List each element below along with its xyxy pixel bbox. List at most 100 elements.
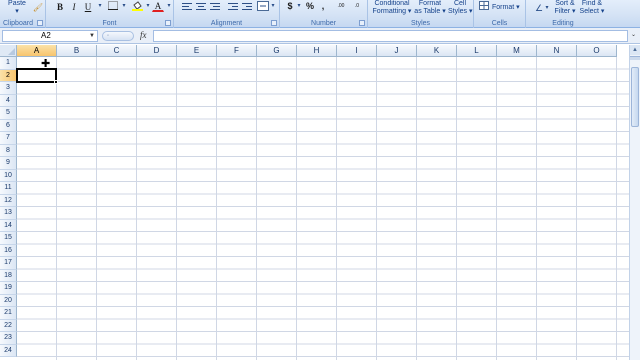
paste-label: Paste: [8, 0, 26, 7]
font-group: B I U ▾ ▾ ▾ A ▾ Font: [46, 0, 174, 28]
name-box[interactable]: A2 ▼: [2, 30, 98, 42]
row-header-2[interactable]: 2: [0, 69, 17, 82]
align-center-icon[interactable]: [196, 1, 208, 11]
italic-button[interactable]: I: [68, 1, 80, 12]
merge-dropdown-icon[interactable]: ▾: [270, 1, 276, 11]
font-color-button[interactable]: A: [152, 1, 164, 12]
sort-filter-button[interactable]: Sort & Filter ▾: [550, 0, 580, 16]
scroll-up-icon[interactable]: ▲: [630, 45, 640, 55]
column-header-l[interactable]: L: [457, 45, 497, 57]
column-header-a[interactable]: A: [17, 45, 57, 57]
row-header-1[interactable]: 1: [0, 57, 17, 70]
row-header-15[interactable]: 15: [0, 232, 17, 245]
clipboard-launcher-icon[interactable]: [37, 20, 43, 26]
conditional-formatting-button[interactable]: Conditional Formatting ▾: [370, 0, 414, 16]
format-painter-icon[interactable]: 🖌: [32, 3, 44, 13]
row-header-16[interactable]: 16: [0, 244, 17, 257]
column-header-b[interactable]: B: [57, 45, 97, 57]
number-group-label: Number: [311, 20, 336, 27]
column-header-f[interactable]: F: [217, 45, 257, 57]
active-cell-a2[interactable]: [16, 68, 57, 83]
row-header-8[interactable]: 8: [0, 144, 17, 157]
vertical-scrollbar[interactable]: ▲: [629, 45, 640, 360]
row-header-13[interactable]: 13: [0, 207, 17, 220]
clipboard-group: Paste ▾ 🖌 Clipboard: [0, 0, 46, 28]
row-header-7[interactable]: 7: [0, 132, 17, 145]
row-header-3[interactable]: 3: [0, 82, 17, 95]
row-header-11[interactable]: 11: [0, 182, 17, 195]
decrease-indent-icon[interactable]: [228, 1, 240, 11]
bold-button[interactable]: B: [54, 1, 66, 12]
align-right-icon[interactable]: [210, 1, 222, 11]
format-cells-icon[interactable]: [478, 1, 490, 11]
column-header-o[interactable]: O: [577, 45, 617, 57]
currency-dropdown-icon[interactable]: ▾: [296, 1, 302, 11]
cell-area[interactable]: [17, 57, 629, 360]
row-header-18[interactable]: 18: [0, 269, 17, 282]
format-as-table-button[interactable]: Format as Table ▾: [414, 0, 446, 16]
column-header-j[interactable]: J: [377, 45, 417, 57]
percent-button[interactable]: %: [304, 1, 316, 11]
column-header-h[interactable]: H: [297, 45, 337, 57]
currency-button[interactable]: $: [284, 1, 296, 11]
comma-button[interactable]: ,: [318, 1, 328, 11]
scrollbar-thumb[interactable]: [631, 67, 639, 127]
row-header-5[interactable]: 5: [0, 107, 17, 120]
align-left-icon[interactable]: [182, 1, 194, 11]
format-button[interactable]: Format ▾: [492, 4, 524, 12]
column-header-k[interactable]: K: [417, 45, 457, 57]
fill-color-dropdown-icon[interactable]: ▾: [144, 1, 152, 11]
column-header-g[interactable]: G: [257, 45, 297, 57]
row-header-9[interactable]: 9: [0, 157, 17, 170]
row-header-10[interactable]: 10: [0, 169, 17, 182]
formula-expand-pill-icon[interactable]: ◦: [102, 31, 134, 41]
name-box-dropdown-icon[interactable]: ▼: [89, 31, 95, 41]
fill-color-icon[interactable]: [130, 1, 144, 11]
row-header-24[interactable]: 24: [0, 344, 17, 357]
row-header-23[interactable]: 23: [0, 332, 17, 345]
split-handle[interactable]: [630, 56, 640, 60]
underline-button[interactable]: U: [82, 1, 94, 12]
font-group-label: Font: [102, 20, 117, 27]
increase-decimal-button[interactable]: .00: [334, 1, 348, 11]
formula-input[interactable]: [153, 30, 628, 42]
column-header-e[interactable]: E: [177, 45, 217, 57]
row-header-22[interactable]: 22: [0, 319, 17, 332]
formula-bar-expand-icon[interactable]: ⌄: [629, 31, 638, 41]
styles-group: Conditional Formatting ▾ Format as Table…: [368, 0, 474, 28]
number-launcher-icon[interactable]: [359, 20, 365, 26]
decrease-decimal-button[interactable]: .0: [350, 1, 364, 11]
row-header-17[interactable]: 17: [0, 257, 17, 270]
cell-cursor-icon: ✚: [41, 58, 51, 70]
alignment-launcher-icon[interactable]: [271, 20, 277, 26]
borders-icon[interactable]: [106, 1, 120, 11]
font-launcher-icon[interactable]: [165, 20, 171, 26]
row-header-12[interactable]: 12: [0, 194, 17, 207]
row-header-21[interactable]: 21: [0, 307, 17, 320]
column-header-c[interactable]: C: [97, 45, 137, 57]
row-header-20[interactable]: 20: [0, 294, 17, 307]
fill-handle[interactable]: [54, 80, 58, 84]
column-header-i[interactable]: I: [337, 45, 377, 57]
cell-styles-button[interactable]: Cell Styles ▾: [448, 0, 473, 16]
select-all-button[interactable]: [0, 45, 17, 57]
cells-group-label: Cells: [491, 20, 508, 27]
underline-dropdown-icon[interactable]: ▾: [96, 1, 104, 11]
styles-group-label: Styles: [410, 20, 431, 27]
column-header-n[interactable]: N: [537, 45, 577, 57]
row-header-19[interactable]: 19: [0, 282, 17, 295]
row-header-6[interactable]: 6: [0, 119, 17, 132]
find-select-button[interactable]: Find & Select ▾: [578, 0, 606, 16]
formula-bar: A2 ▼ ◦ fx ⌄: [0, 28, 640, 44]
column-header-d[interactable]: D: [137, 45, 177, 57]
merge-center-icon[interactable]: [256, 1, 270, 11]
borders-dropdown-icon[interactable]: ▾: [120, 1, 128, 11]
increase-indent-icon[interactable]: [242, 1, 254, 11]
column-header-m[interactable]: M: [497, 45, 537, 57]
insert-function-button[interactable]: fx: [140, 30, 147, 40]
paste-button[interactable]: Paste ▾: [6, 0, 28, 16]
row-header-4[interactable]: 4: [0, 94, 17, 107]
row-header-14[interactable]: 14: [0, 219, 17, 232]
alignment-group: ▾ Alignment: [174, 0, 280, 28]
font-color-dropdown-icon[interactable]: ▾: [165, 1, 173, 11]
